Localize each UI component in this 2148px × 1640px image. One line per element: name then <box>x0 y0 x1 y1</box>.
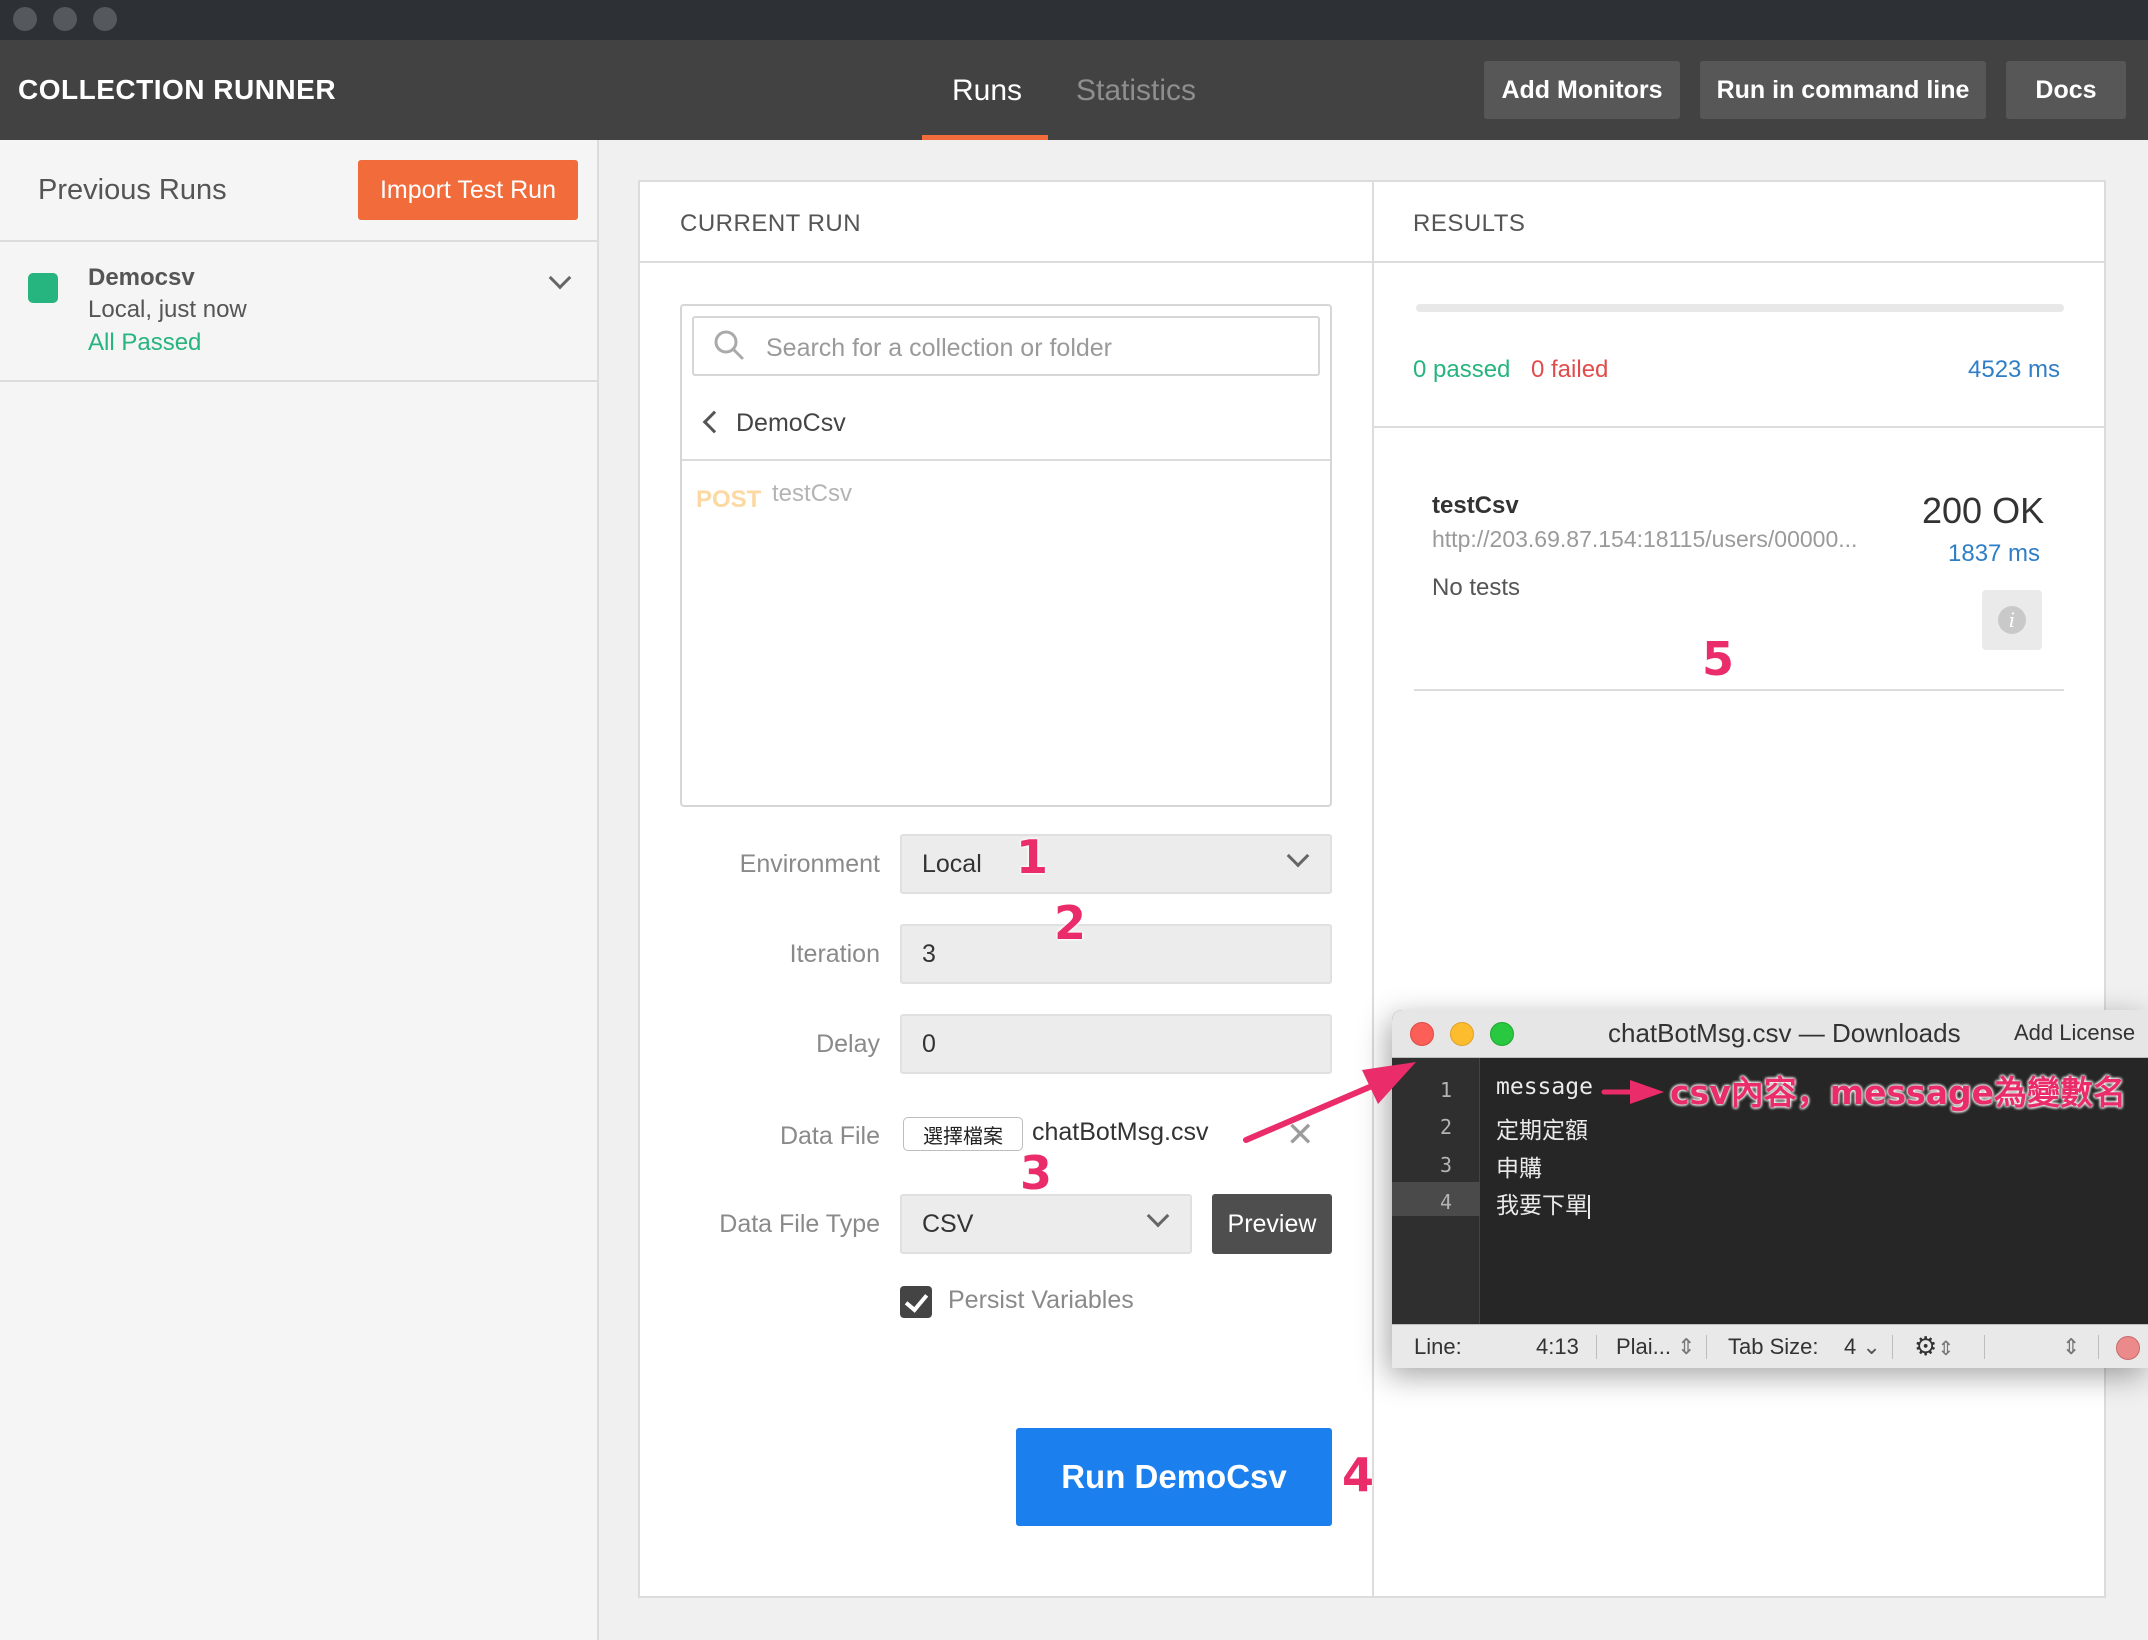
arrowhead-icon <box>1630 1080 1664 1104</box>
arrowhead-icon <box>1362 1062 1416 1104</box>
arrow-to-editor <box>1243 1083 1375 1143</box>
annotation-arrows <box>1243 1062 1664 1143</box>
